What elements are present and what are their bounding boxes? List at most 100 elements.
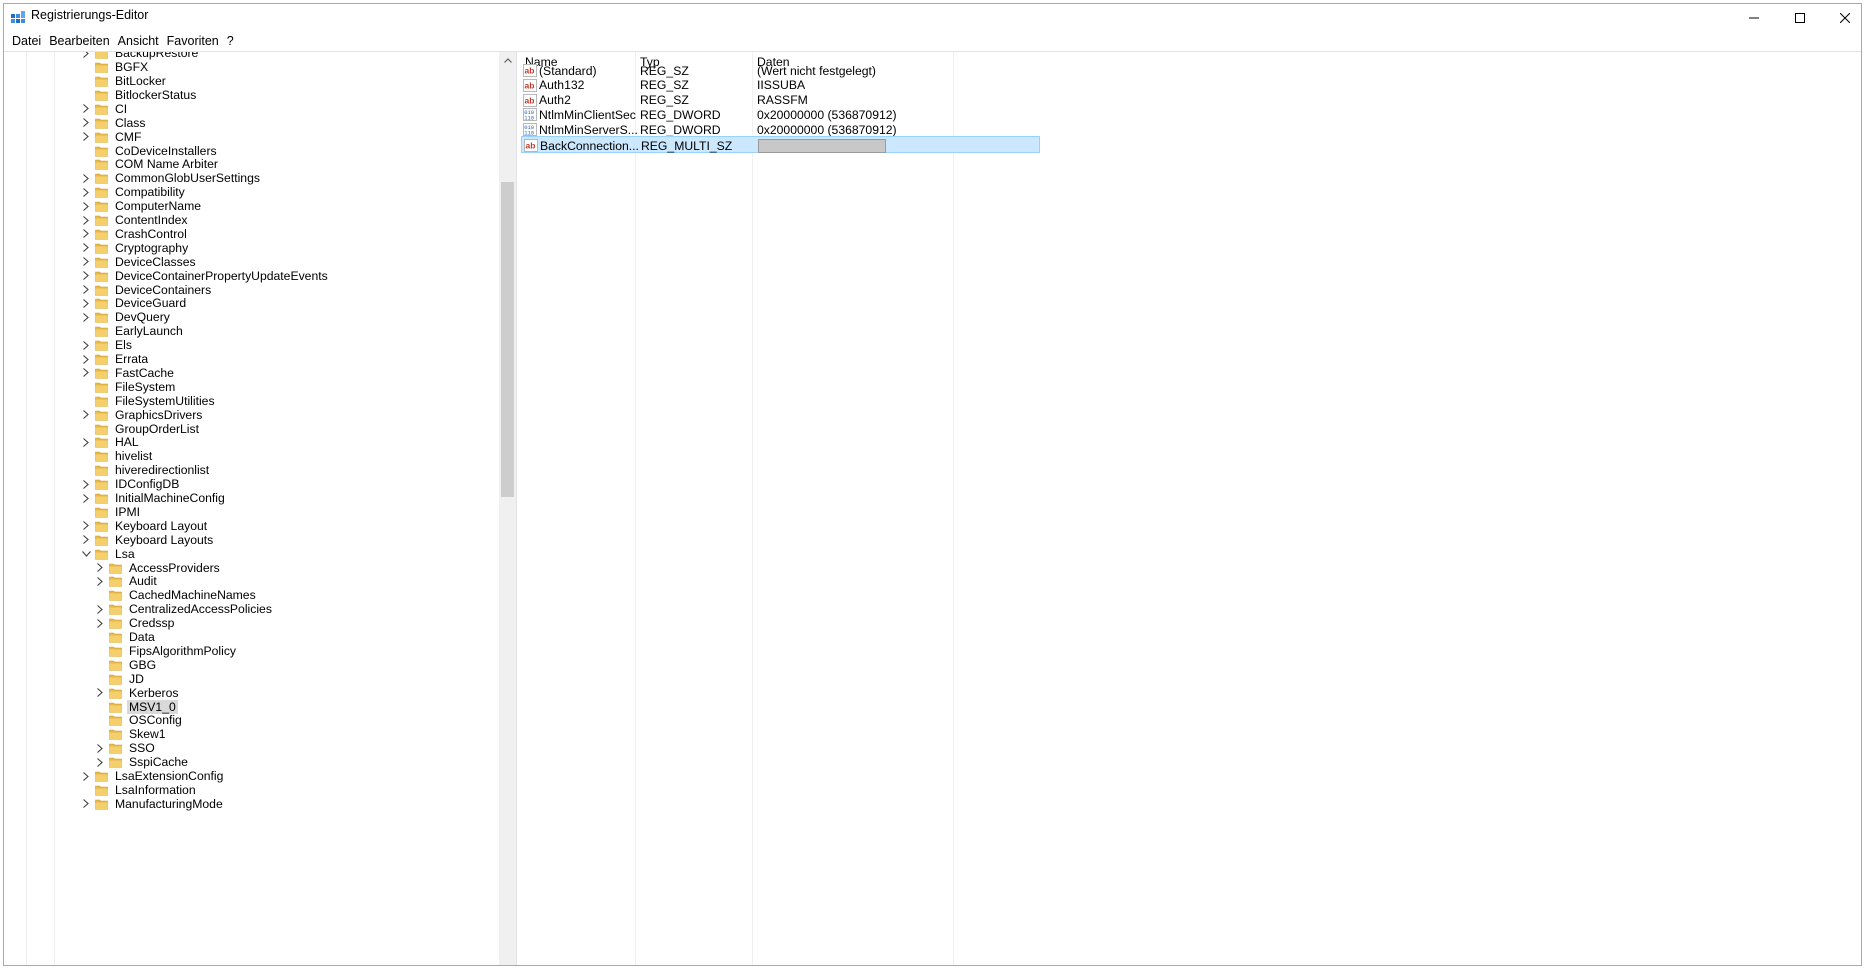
folder-icon — [95, 311, 108, 324]
tree-item[interactable]: ManufacturingMode — [80, 796, 225, 813]
folder-icon — [109, 742, 122, 755]
registry-editor-app-icon — [11, 11, 25, 23]
column-separator[interactable] — [953, 52, 954, 965]
folder-icon — [109, 659, 122, 671]
scroll-up-button[interactable] — [499, 52, 516, 69]
value-type: REG_DWORD — [640, 122, 721, 137]
folder-icon — [95, 450, 108, 463]
value-data: IISSUBA — [757, 78, 806, 93]
folder-icon — [95, 158, 108, 171]
folder-icon — [109, 701, 122, 713]
chevron-up-icon — [503, 58, 512, 63]
value-data: RASSFM — [757, 93, 808, 108]
values-list-pane: Name Typ Daten ab (Standard) REG_SZ (Wert n… — [521, 52, 1861, 965]
value-name: (Standard) — [539, 63, 597, 78]
value-type: REG_MULTI_SZ — [641, 138, 733, 153]
menu-help[interactable]: ? — [223, 34, 238, 48]
svg-text:ab: ab — [525, 66, 535, 76]
folder-icon — [95, 284, 108, 296]
key-tree-pane: BackupRestore BGFX BitLocker BitlockerStatu… — [4, 52, 514, 965]
folder-icon — [109, 562, 122, 574]
folder-icon — [95, 89, 108, 101]
value-name-cell: ab (Standard) — [523, 63, 597, 78]
folder-icon — [109, 673, 122, 685]
value-name-cell: ab Auth2 — [523, 93, 571, 108]
folder-icon — [95, 798, 108, 810]
minimize-button[interactable] — [1731, 4, 1777, 31]
folder-icon — [95, 478, 108, 490]
maximize-icon — [1795, 12, 1805, 23]
folder-icon — [95, 367, 108, 379]
value-data: 0x20000000 (536870912) — [757, 122, 897, 137]
folder-icon — [95, 339, 108, 351]
menu-ansicht[interactable]: Ansicht — [114, 34, 163, 48]
folder-icon — [109, 645, 122, 657]
folder-icon — [95, 297, 108, 310]
folder-icon — [95, 200, 108, 212]
folder-icon — [95, 117, 108, 129]
column-separator[interactable] — [635, 52, 636, 965]
folder-icon — [109, 589, 122, 602]
tree-guide-line — [54, 52, 55, 965]
binary-value-icon: 010 110 — [523, 123, 537, 137]
tree-scrollbar[interactable] — [499, 52, 516, 965]
maximize-button[interactable] — [1777, 4, 1823, 31]
folder-icon — [95, 492, 108, 504]
folder-icon — [109, 687, 122, 699]
column-separator[interactable] — [752, 52, 753, 965]
value-data-field[interactable] — [758, 138, 886, 153]
value-name: BackConnection... — [540, 138, 639, 153]
value-data: (Wert nicht festgelegt) — [757, 63, 876, 78]
value-name-cell: 010 110 NtlmMinClientSec — [523, 107, 636, 122]
folder-icon — [95, 353, 108, 365]
menu-bar: Datei Bearbeiten Ansicht Favoriten ? — [4, 31, 1861, 51]
folder-icon — [95, 548, 108, 560]
folder-icon — [95, 464, 108, 477]
folder-icon — [95, 172, 108, 185]
folder-icon — [95, 270, 108, 282]
folder-icon — [95, 228, 108, 240]
folder-icon — [95, 436, 108, 449]
menu-datei[interactable]: Datei — [8, 34, 45, 48]
folder-icon — [95, 506, 108, 518]
string-value-icon: ab — [524, 139, 538, 152]
string-value-icon: ab — [523, 64, 537, 77]
string-value-icon: ab — [523, 93, 537, 107]
menu-bearbeiten[interactable]: Bearbeiten — [45, 34, 113, 48]
folder-icon — [109, 603, 122, 616]
folder-icon — [95, 131, 108, 143]
folder-icon — [95, 256, 108, 268]
value-type: REG_SZ — [640, 78, 689, 93]
folder-icon — [95, 534, 108, 546]
title-bar: Registrierungs-Editor — [4, 4, 1861, 31]
value-type: REG_DWORD — [640, 107, 721, 122]
value-name: NtlmMinServerS... — [539, 122, 638, 137]
value-data: 0x20000000 (536870912) — [757, 107, 897, 122]
value-data-edit[interactable] — [758, 138, 886, 153]
folder-icon — [109, 728, 122, 741]
folder-icon — [95, 381, 108, 393]
folder-icon — [95, 325, 108, 338]
chevron-right-icon[interactable] — [80, 797, 92, 811]
folder-icon — [95, 145, 108, 157]
menu-favoriten[interactable]: Favoriten — [163, 34, 223, 48]
tree-item-label: ManufacturingMode — [115, 796, 223, 811]
minimize-icon — [1749, 17, 1759, 18]
folder-icon — [95, 186, 108, 199]
value-row[interactable]: ab BackConnection... REG_MULTI_SZ — [521, 136, 1040, 153]
folder-icon — [95, 103, 108, 115]
value-name-cell: ab Auth132 — [523, 78, 584, 93]
value-name: Auth2 — [539, 93, 571, 108]
scroll-thumb[interactable] — [501, 182, 514, 497]
folder-icon — [95, 214, 108, 226]
value-name-cell: ab BackConnection... — [524, 138, 639, 153]
svg-text:ab: ab — [525, 80, 535, 90]
folder-icon — [95, 423, 108, 435]
folder-icon — [95, 409, 108, 421]
folder-icon — [95, 770, 108, 782]
close-button[interactable] — [1822, 4, 1861, 31]
tree-guide-line — [26, 52, 27, 965]
folder-icon — [95, 395, 108, 407]
svg-text:ab: ab — [525, 95, 535, 105]
chevron-down-icon[interactable] — [80, 547, 92, 561]
